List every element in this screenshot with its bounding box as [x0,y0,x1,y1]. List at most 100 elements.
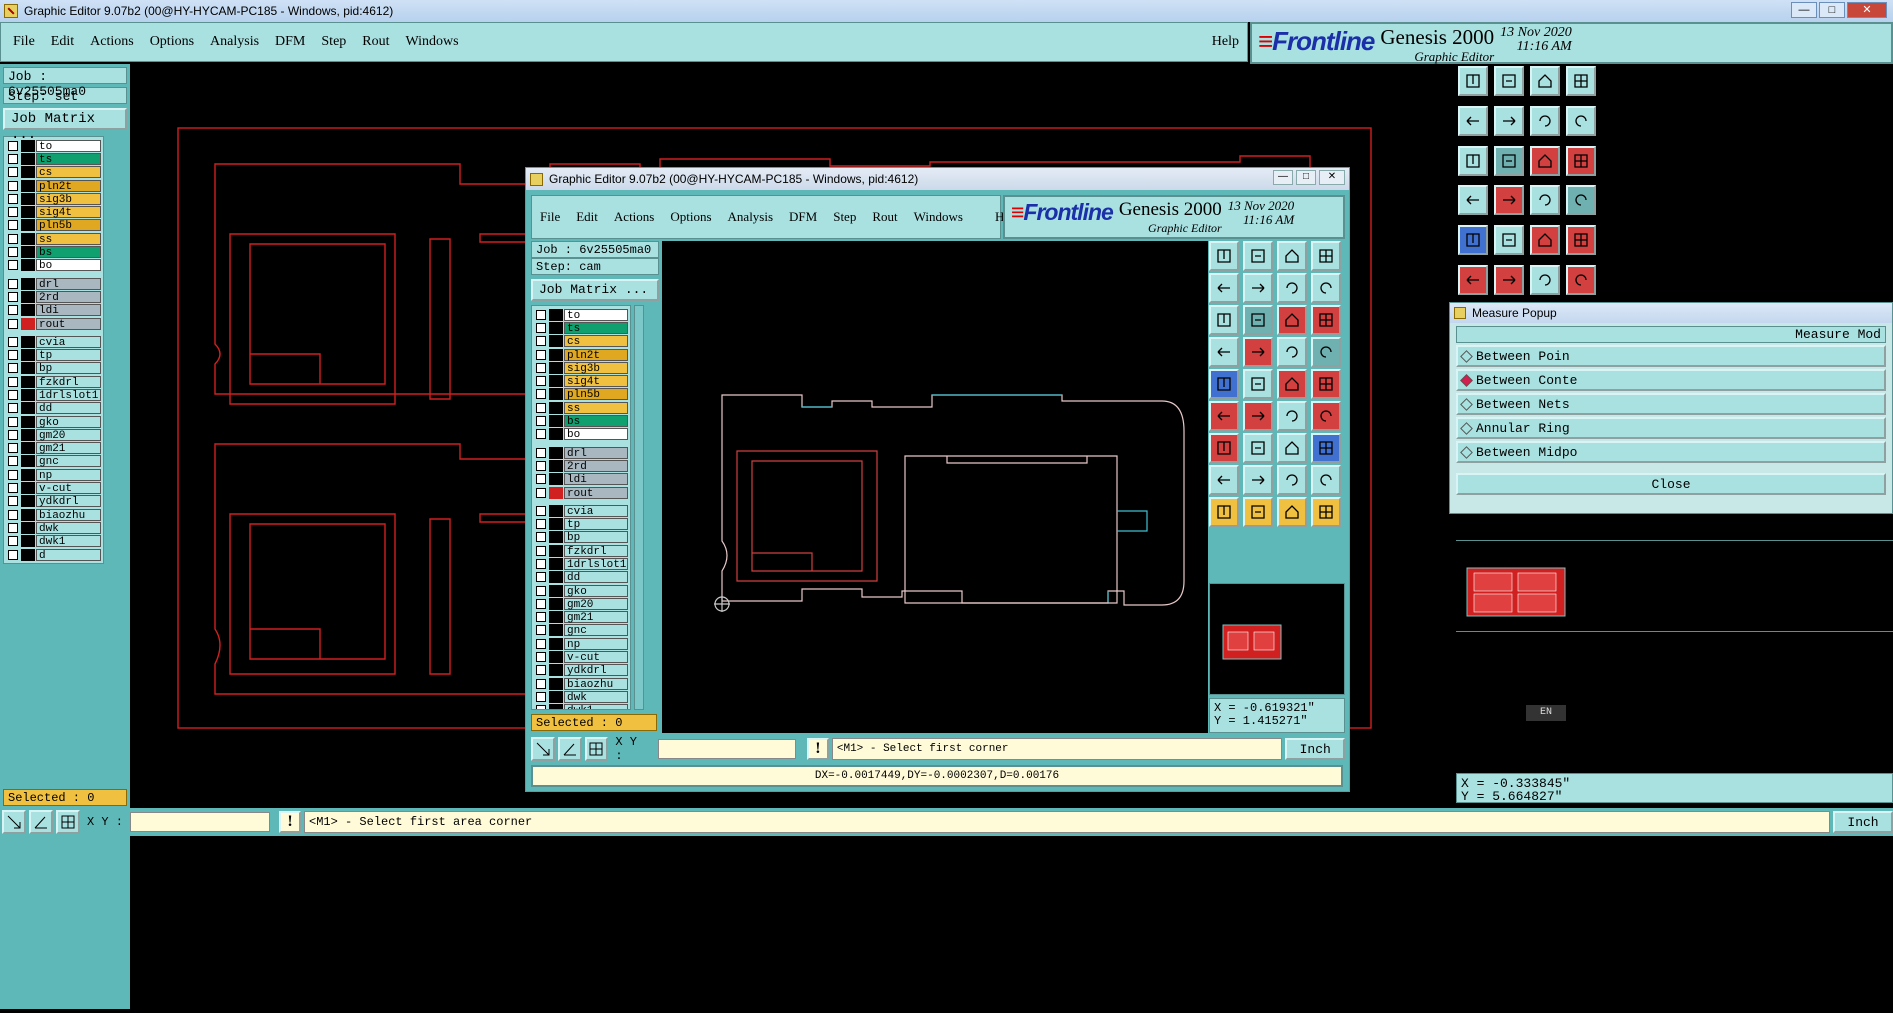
layer-checkbox[interactable] [536,612,546,623]
feature-icon[interactable] [1209,401,1239,431]
layer-color-swatch[interactable] [21,521,35,534]
sub-menu-step[interactable]: Step [825,209,864,225]
layer-checkbox[interactable] [8,456,18,467]
main-layer-row[interactable]: drl [6,277,101,291]
layer-color-swatch[interactable] [549,335,563,348]
scale-icon[interactable] [1530,145,1560,176]
layer-checkbox[interactable] [8,536,18,547]
layer-color-swatch[interactable] [21,259,35,272]
netlist-icon[interactable] [1530,185,1560,216]
layer-name[interactable]: rout [564,486,628,500]
layer-checkbox[interactable] [536,402,546,413]
snap-grid-icon[interactable] [56,810,80,834]
sub-units-button[interactable]: Inch [1285,738,1345,760]
layer-checkbox[interactable] [8,429,18,440]
measure-mode-option[interactable]: Between Midpo [1456,441,1886,463]
layer-color-swatch[interactable] [21,232,35,245]
layer-name[interactable]: cvia [36,335,101,349]
layer-color-swatch[interactable] [21,375,35,388]
layer-checkbox[interactable] [8,193,18,204]
open-layer-icon[interactable] [1458,66,1488,96]
netlist-icon[interactable] [1277,337,1307,367]
layer-color-swatch[interactable] [549,557,563,570]
layer-color-swatch[interactable] [549,584,563,597]
layer-checkbox[interactable] [536,505,546,516]
measure-close-button[interactable]: Close [1456,473,1886,495]
layer-name[interactable]: 1drlslot1 [36,388,101,402]
layer-name[interactable]: bp [564,531,628,544]
layer-name[interactable]: rout [36,317,101,331]
layer-color-swatch[interactable] [21,468,35,481]
layer-checkbox[interactable] [8,336,18,347]
sub-layer-row[interactable]: cvia [534,504,628,518]
layer-checkbox[interactable] [536,519,546,530]
sub-layer-row[interactable]: 2rd [534,459,628,473]
layer-name[interactable]: sig4t [564,375,628,388]
main-layer-row[interactable]: fzkdrl [6,375,101,389]
layer-checkbox[interactable] [8,363,18,374]
sub-layer-row[interactable]: to [534,308,628,322]
delete-icon[interactable] [1243,401,1273,431]
sub-layer-row[interactable]: 1drlslot1 [534,557,628,571]
layer-color-swatch[interactable] [21,535,35,548]
layer-name[interactable]: gnc [36,455,101,468]
layer-color-swatch[interactable] [549,375,563,388]
menu-edit[interactable]: Edit [43,34,82,50]
layer-checkbox[interactable] [536,487,546,498]
layer-checkbox[interactable] [536,678,546,689]
undo-icon[interactable] [1277,273,1307,303]
layer-name[interactable]: dwk [564,690,628,704]
sub-menu-windows[interactable]: Windows [906,209,971,225]
layer-checkbox[interactable] [536,691,546,702]
layer-name[interactable]: dd [36,402,101,415]
node-icon[interactable] [1566,265,1596,296]
layer-checkbox[interactable] [8,496,18,507]
menu-options[interactable]: Options [142,34,202,50]
layer-color-swatch[interactable] [21,219,35,232]
redo-icon[interactable] [1311,273,1341,303]
main-layer-row[interactable]: d [6,548,101,562]
layer-name[interactable]: bp [36,362,101,375]
zoom-area-icon[interactable] [2,810,26,834]
minimize-button[interactable]: — [1791,2,1817,18]
main-layer-row[interactable]: dwk [6,521,101,535]
sub-layer-row[interactable]: dwk1 [534,704,628,709]
layer-checkbox[interactable] [536,376,546,387]
layer-checkbox[interactable] [8,180,18,191]
layer-name[interactable]: drl [564,446,628,460]
sub-layer-row[interactable]: bp [534,531,628,544]
angle-icon[interactable] [29,810,53,834]
home-icon[interactable] [1530,66,1560,96]
menu-actions[interactable]: Actions [82,34,142,50]
layer-color-swatch[interactable] [21,335,35,348]
sub-layer-row[interactable]: fzkdrl [534,544,628,558]
delete-icon[interactable] [1494,265,1524,296]
layer-color-swatch[interactable] [21,415,35,428]
layer-color-swatch[interactable] [549,486,563,499]
main-layer-row[interactable]: gm21 [6,442,101,455]
layer-color-swatch[interactable] [549,637,563,650]
layer-name[interactable]: bo [36,259,101,272]
rotate-icon[interactable] [1277,433,1307,463]
layer-color-swatch[interactable] [549,348,563,361]
main-layer-row[interactable]: v-cut [6,481,101,495]
move-icon[interactable] [1277,465,1307,495]
split-icon[interactable] [1311,433,1341,463]
layer-color-swatch[interactable] [549,415,563,428]
layer-checkbox[interactable] [8,233,18,244]
main-layer-row[interactable]: gm20 [6,428,101,442]
sub-layer-row[interactable]: gko [534,584,628,598]
home-icon[interactable] [1277,241,1307,271]
layer-color-swatch[interactable] [549,531,563,544]
main-layer-row[interactable]: ydkdrl [6,495,101,508]
pan-right-icon[interactable] [1243,273,1273,303]
layer-checkbox[interactable] [8,443,18,454]
sub-menu-analysis[interactable]: Analysis [720,209,782,225]
save-icon[interactable] [1494,66,1524,96]
sub-layer-row[interactable]: ldi [534,473,628,486]
sub-layer-row[interactable]: np [534,637,628,651]
settings-icon[interactable] [1458,185,1488,216]
layer-name[interactable]: bs [36,246,101,259]
menu-rout[interactable]: Rout [354,34,397,50]
layer-checkbox[interactable] [536,558,546,569]
